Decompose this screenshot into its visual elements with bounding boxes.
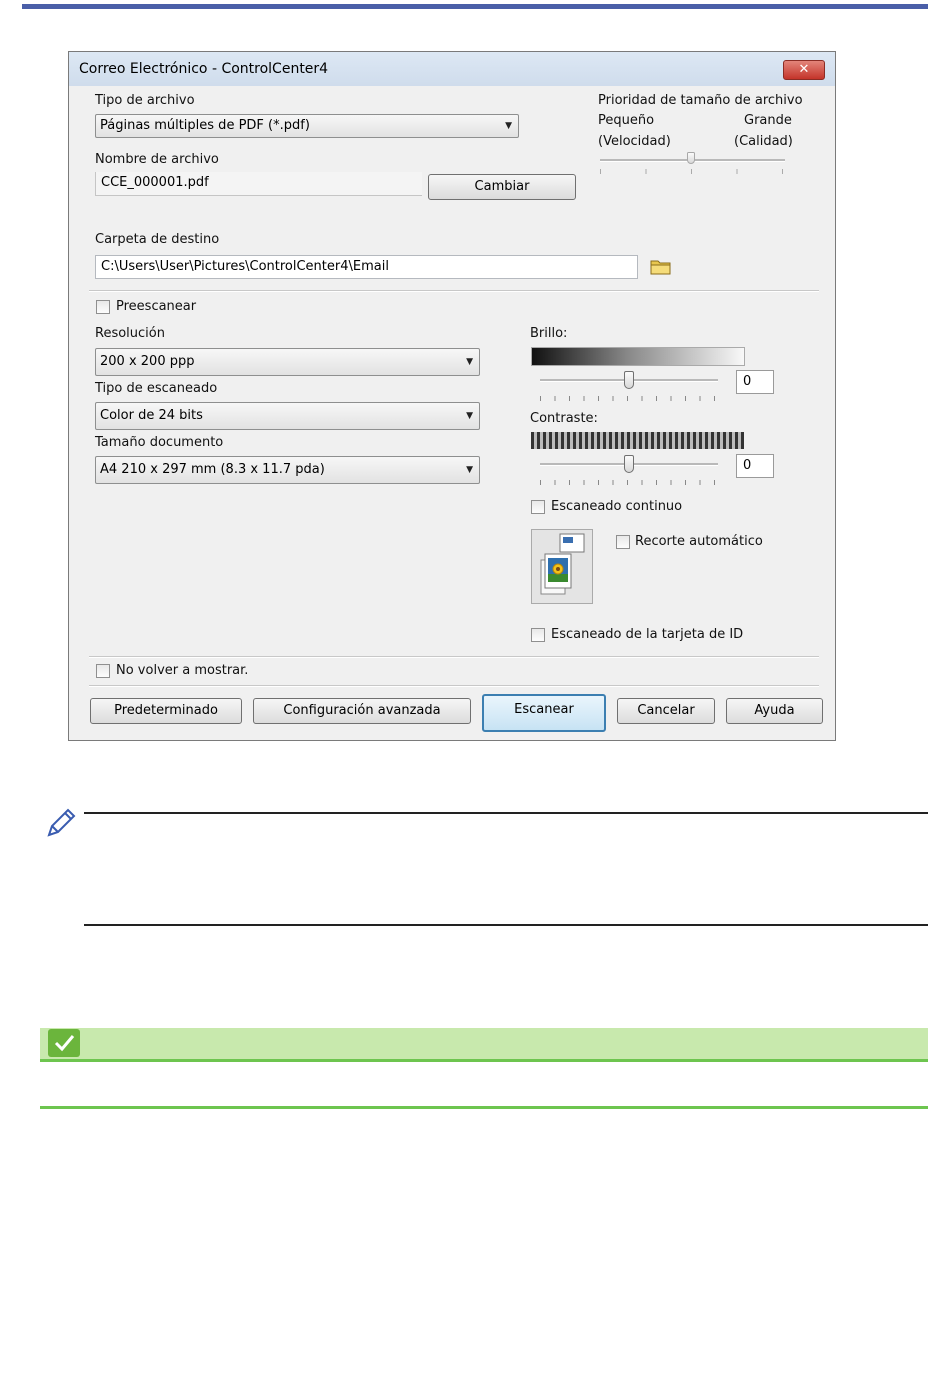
scan-type-select[interactable]: Color de 24 bits ▼: [95, 402, 480, 430]
advanced-settings-button-label: Configuración avanzada: [283, 703, 441, 718]
default-button-label: Predeterminado: [114, 703, 218, 718]
file-size-slider-thumb[interactable]: [687, 152, 695, 164]
brightness-slider-ticks: [540, 396, 716, 401]
continuous-scan-label: Escaneado continuo: [551, 499, 683, 514]
chevron-down-icon: ▼: [466, 411, 473, 421]
contrast-value-field[interactable]: 0: [736, 454, 774, 478]
file-size-quality-label: (Calidad): [734, 134, 793, 149]
auto-crop-label: Recorte automático: [635, 534, 763, 549]
contrast-slider-ticks: [540, 480, 716, 485]
id-card-scan-checkbox[interactable]: [531, 628, 545, 642]
dont-show-label: No volver a mostrar.: [116, 663, 249, 678]
dialog-title: Correo Electrónico - ControlCenter4: [79, 61, 329, 77]
brightness-gradient-bar: [531, 347, 745, 366]
separator-buttons: [89, 685, 819, 687]
checkmark-icon: [48, 1029, 80, 1057]
file-size-small-label: Pequeño: [598, 113, 655, 128]
file-type-value: Páginas múltiples de PDF (*.pdf): [100, 118, 310, 133]
doc-size-value: A4 210 x 297 mm (8.3 x 11.7 pda): [100, 462, 325, 477]
dont-show-checkbox[interactable]: [96, 664, 110, 678]
close-icon: ✕: [798, 62, 810, 77]
destination-label: Carpeta de destino: [95, 232, 220, 247]
file-size-large-label: Grande: [744, 113, 792, 128]
destination-value: C:\Users\User\Pictures\ControlCenter4\Em…: [101, 259, 389, 274]
auto-crop-illustration-icon: [540, 533, 585, 595]
dialog-titlebar: Correo Electrónico - ControlCenter4 ✕: [69, 52, 835, 86]
brightness-value-field[interactable]: 0: [736, 370, 774, 394]
scan-type-value: Color de 24 bits: [100, 408, 203, 423]
cancel-button[interactable]: Cancelar: [617, 698, 715, 724]
cancel-button-label: Cancelar: [637, 703, 695, 718]
help-button[interactable]: Ayuda: [726, 698, 823, 724]
note-top-rule: [84, 812, 928, 814]
change-button[interactable]: Cambiar: [428, 174, 576, 200]
doc-size-label: Tamaño documento: [95, 435, 224, 450]
resolution-value: 200 x 200 ppp: [100, 354, 195, 369]
file-name-value: CCE_000001.pdf: [101, 175, 209, 190]
file-size-priority-label: Prioridad de tamaño de archivo: [598, 93, 803, 108]
close-button[interactable]: ✕: [783, 60, 825, 80]
doc-size-select[interactable]: A4 210 x 297 mm (8.3 x 11.7 pda) ▼: [95, 456, 480, 484]
note-bottom-rule: [84, 924, 928, 926]
chevron-down-icon: ▼: [466, 465, 473, 475]
contrast-label: Contraste:: [530, 411, 598, 426]
related-info-top-rule: [40, 1059, 928, 1062]
prescan-label: Preescanear: [116, 299, 197, 314]
help-button-label: Ayuda: [754, 703, 795, 718]
advanced-settings-button[interactable]: Configuración avanzada: [253, 698, 471, 724]
file-size-speed-label: (Velocidad): [598, 134, 671, 149]
continuous-scan-checkbox[interactable]: [531, 500, 545, 514]
brightness-value: 0: [743, 374, 752, 389]
contrast-value: 0: [743, 458, 752, 473]
file-type-select[interactable]: Páginas múltiples de PDF (*.pdf) ▼: [95, 114, 519, 138]
chevron-down-icon: ▼: [466, 357, 473, 367]
destination-field[interactable]: C:\Users\User\Pictures\ControlCenter4\Em…: [95, 255, 638, 279]
id-card-scan-label: Escaneado de la tarjeta de ID: [551, 627, 744, 642]
change-button-label: Cambiar: [474, 179, 530, 194]
auto-crop-checkbox[interactable]: [616, 535, 630, 549]
related-info-bar: [40, 1028, 928, 1060]
contrast-slider-thumb[interactable]: [624, 455, 634, 473]
pencil-icon: [44, 806, 78, 840]
brightness-label: Brillo:: [530, 326, 568, 341]
chevron-down-icon: ▼: [505, 121, 512, 131]
scan-type-label: Tipo de escaneado: [95, 381, 218, 396]
file-type-label: Tipo de archivo: [95, 93, 195, 108]
default-button[interactable]: Predeterminado: [90, 698, 242, 724]
scan-button-label: Escanear: [514, 702, 574, 717]
file-name-field[interactable]: CCE_000001.pdf: [95, 172, 422, 196]
file-size-slider-ticks: [600, 169, 786, 174]
file-name-label: Nombre de archivo: [95, 152, 219, 167]
resolution-select[interactable]: 200 x 200 ppp ▼: [95, 348, 480, 376]
related-info-bottom-rule: [40, 1106, 928, 1109]
dialog-body: Tipo de archivo Páginas múltiples de PDF…: [74, 86, 830, 736]
page-top-bar: [22, 4, 928, 9]
separator-top: [89, 290, 819, 292]
folder-browse-button[interactable]: [650, 258, 672, 276]
folder-icon: [650, 260, 671, 275]
auto-crop-illustration: [531, 529, 593, 604]
prescan-checkbox[interactable]: [96, 300, 110, 314]
contrast-pattern-bar: [531, 432, 744, 449]
scan-button[interactable]: Escanear: [482, 694, 606, 732]
separator-bottom: [89, 656, 819, 658]
resolution-label: Resolución: [95, 326, 165, 341]
brightness-slider-thumb[interactable]: [624, 371, 634, 389]
email-scan-dialog: Correo Electrónico - ControlCenter4 ✕ Ti…: [68, 51, 836, 741]
